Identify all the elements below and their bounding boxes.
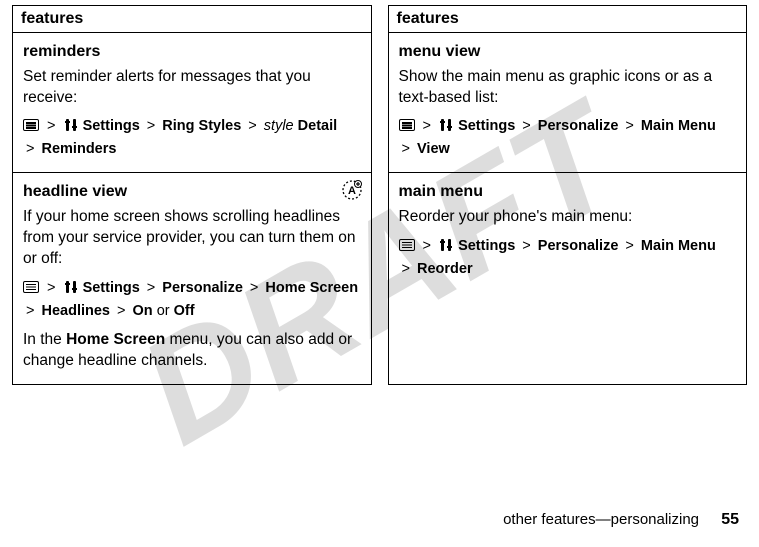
- cell-desc: If your home screen shows scrolling head…: [23, 207, 361, 270]
- nav-path: > Settings > Personalize > Home Screen >…: [23, 278, 361, 322]
- cell-title: main menu: [399, 181, 737, 203]
- path-view: View: [417, 141, 450, 157]
- right-column: features menu view Show the main menu as…: [388, 5, 748, 385]
- menu-key-icon: [23, 281, 39, 293]
- path-sep: >: [625, 118, 633, 134]
- note-bold: Home Screen: [66, 331, 165, 348]
- menu-key-icon: [399, 239, 415, 251]
- path-style: style: [264, 118, 294, 134]
- path-settings: Settings: [458, 238, 515, 254]
- svg-text:A: A: [348, 185, 356, 197]
- cell-desc: Set reminder alerts for messages that yo…: [23, 67, 361, 109]
- path-personalize: Personalize: [162, 280, 243, 296]
- path-sep: >: [47, 118, 55, 134]
- path-or: or: [157, 303, 174, 319]
- menu-key-icon: [399, 119, 415, 131]
- path-sep: >: [522, 238, 530, 254]
- page-number: 55: [721, 511, 739, 528]
- path-sep: >: [402, 141, 410, 157]
- path-mainmenu: Main Menu: [641, 238, 716, 254]
- path-sep: >: [625, 238, 633, 254]
- cell-title: reminders: [23, 41, 361, 63]
- path-settings: Settings: [83, 118, 140, 134]
- nav-path: > Settings > Ring Styles > style Detail …: [23, 116, 361, 160]
- settings-icon: [439, 238, 453, 259]
- path-sep: >: [423, 118, 431, 134]
- path-sep: >: [147, 280, 155, 296]
- cell-main-menu: main menu Reorder your phone's main menu…: [389, 173, 747, 292]
- path-on: On: [133, 303, 153, 319]
- path-mainmenu: Main Menu: [641, 118, 716, 134]
- footer-text: other features—personalizing: [503, 511, 699, 528]
- path-sep: >: [117, 303, 125, 319]
- path-sep: >: [250, 280, 258, 296]
- path-detail: Detail: [298, 118, 338, 134]
- path-reorder: Reorder: [417, 261, 473, 277]
- menu-key-icon: [23, 119, 39, 131]
- content-columns: features reminders Set reminder alerts f…: [0, 0, 759, 385]
- left-column: features reminders Set reminder alerts f…: [12, 5, 372, 385]
- features-header-left: features: [13, 6, 371, 33]
- path-sep: >: [248, 118, 256, 134]
- path-reminders: Reminders: [42, 141, 117, 157]
- path-headlines: Headlines: [42, 303, 111, 319]
- cell-title: headline view: [23, 181, 361, 203]
- settings-icon: [64, 118, 78, 139]
- path-off: Off: [174, 303, 195, 319]
- cell-menu-view: menu view Show the main menu as graphic …: [389, 33, 747, 173]
- path-settings: Settings: [458, 118, 515, 134]
- page-footer: other features—personalizing 55: [503, 511, 739, 529]
- cell-reminders: reminders Set reminder alerts for messag…: [13, 33, 371, 173]
- path-ringstyles: Ring Styles: [162, 118, 241, 134]
- path-sep: >: [522, 118, 530, 134]
- nav-path: > Settings > Personalize > Main Menu > V…: [399, 116, 737, 160]
- path-sep: >: [423, 238, 431, 254]
- settings-icon: [439, 118, 453, 139]
- path-personalize: Personalize: [538, 238, 619, 254]
- path-settings: Settings: [83, 280, 140, 296]
- path-sep: >: [26, 141, 34, 157]
- path-sep: >: [47, 280, 55, 296]
- cell-desc: Reorder your phone's main menu:: [399, 207, 737, 228]
- features-header-right: features: [389, 6, 747, 33]
- cell-desc: Show the main menu as graphic icons or a…: [399, 67, 737, 109]
- settings-icon: [64, 280, 78, 301]
- path-sep: >: [402, 261, 410, 277]
- network-badge-icon: A: [341, 179, 363, 201]
- note-pre: In the: [23, 331, 66, 348]
- cell-title: menu view: [399, 41, 737, 63]
- cell-note: In the Home Screen menu, you can also ad…: [23, 330, 361, 372]
- path-sep: >: [147, 118, 155, 134]
- nav-path: > Settings > Personalize > Main Menu > R…: [399, 236, 737, 280]
- path-sep: >: [26, 303, 34, 319]
- path-homescreen: Home Screen: [265, 280, 358, 296]
- path-personalize: Personalize: [538, 118, 619, 134]
- cell-headline-view: A headline view If your home screen show…: [13, 173, 371, 383]
